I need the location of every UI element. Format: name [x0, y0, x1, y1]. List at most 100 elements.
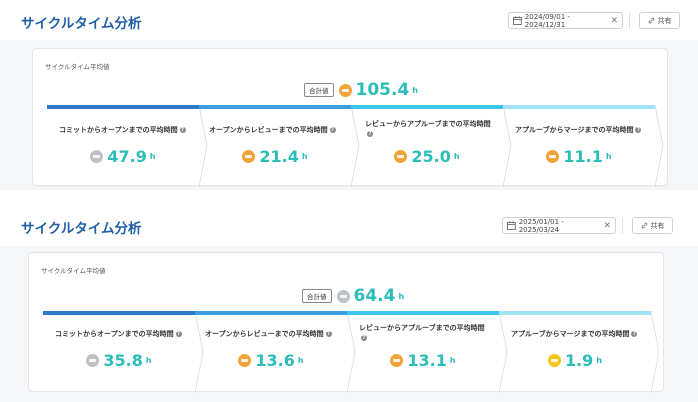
cycle-time-card: サイクルタイム平均値 合計値 105.4 h コミットからオープンまでの平均時間…	[32, 48, 668, 188]
page-title: サイクルタイム分析	[21, 16, 142, 32]
stage-label: アプルーブからマージまでの平均時間?	[515, 126, 642, 134]
cycle-time-panel: サイクルタイム分析 2024/09/01 - 2024/12/31 ✕ 共有 サ…	[0, 0, 698, 190]
stage-flow: コミットからオープンまでの平均時間? 35.8 h オープンからレビューまでの平…	[43, 310, 660, 394]
stage-review-to-approve: レビューからアプルーブまでの平均時間? 25.0 h	[351, 104, 512, 188]
stage-bar	[47, 105, 199, 109]
help-icon: ?	[179, 127, 186, 133]
total-value: 64.4	[353, 286, 396, 306]
stage-bar	[503, 105, 655, 109]
chevron-divider	[654, 104, 664, 188]
stage-commit-to-open: コミットからオープンまでの平均時間? 35.8 h	[43, 310, 204, 394]
stage-number: 35.8	[103, 351, 143, 370]
stage-bar	[351, 105, 503, 109]
stage-number: 25.0	[411, 147, 451, 166]
stage-number: 11.1	[563, 147, 603, 166]
date-range-picker[interactable]: 2024/09/01 - 2024/12/31 ✕	[508, 12, 623, 29]
card-label: サイクルタイム平均値	[41, 267, 106, 275]
gray-face-icon	[336, 289, 350, 303]
unit-label: h	[145, 356, 152, 365]
date-range-value: 2025/01/01 - 2025/03/24	[518, 217, 564, 234]
stage-value: 13.1 h	[347, 351, 499, 370]
cycle-time-panel: サイクルタイム分析 2025/01/01 - 2025/03/24 ✕ 共有 サ…	[0, 206, 698, 402]
date-range-value: 2024/09/01 - 2024/12/31	[524, 12, 570, 29]
card-label: サイクルタイム平均値	[45, 63, 110, 71]
orange-face-icon	[546, 150, 560, 163]
stage-review-to-approve: レビューからアプルーブまでの平均時間? 13.1 h	[347, 310, 508, 394]
stage-number: 13.1	[407, 351, 447, 370]
stage-value: 1.9 h	[499, 351, 651, 370]
clear-icon[interactable]: ✕	[610, 16, 618, 26]
share-button[interactable]: 共有	[639, 12, 680, 29]
link-icon	[641, 222, 647, 229]
orange-face-icon	[242, 150, 256, 163]
total-tag: 合計値	[304, 83, 334, 97]
stage-open-to-review: オープンからレビューまでの平均時間? 13.6 h	[195, 310, 356, 394]
unit-label: h	[149, 152, 156, 161]
orange-face-icon	[338, 83, 352, 97]
unit-label: h	[449, 356, 456, 365]
calendar-icon	[507, 221, 516, 230]
unit-label: h	[398, 291, 405, 301]
stage-label: オープンからレビューまでの平均時間?	[205, 330, 332, 338]
share-label: 共有	[650, 221, 665, 230]
chevron-divider	[502, 104, 512, 188]
link-icon	[648, 17, 654, 24]
stage-bar	[195, 311, 347, 315]
help-icon: ?	[175, 331, 182, 337]
yellow-face-icon	[547, 354, 561, 367]
stage-bar	[199, 105, 351, 109]
stage-flow: コミットからオープンまでの平均時間? 47.9 h オープンからレビューまでの平…	[47, 104, 664, 188]
stage-value: 21.4 h	[199, 147, 351, 166]
stage-value: 13.6 h	[195, 351, 347, 370]
share-label: 共有	[657, 16, 672, 25]
unit-label: h	[453, 152, 460, 161]
total-value: 105.4	[355, 80, 410, 100]
clear-icon[interactable]: ✕	[603, 221, 611, 231]
stage-approve-to-merge: アプルーブからマージまでの平均時間? 1.9 h	[499, 310, 660, 394]
stage-label: コミットからオープンまでの平均時間?	[55, 330, 182, 338]
cycle-time-card: サイクルタイム平均値 合計値 64.4 h コミットからオープンまでの平均時間?…	[28, 252, 664, 394]
stage-approve-to-merge: アプルーブからマージまでの平均時間? 11.1 h	[503, 104, 664, 188]
help-icon: ?	[361, 335, 367, 341]
help-icon: ?	[329, 127, 336, 133]
page-title: サイクルタイム分析	[21, 221, 142, 237]
stage-label: アプルーブからマージまでの平均時間?	[511, 330, 638, 338]
divider	[629, 12, 630, 29]
orange-face-icon	[238, 354, 252, 367]
total-summary: 合計値 64.4 h	[302, 286, 404, 306]
help-icon: ?	[325, 331, 332, 337]
stage-value: 11.1 h	[503, 147, 655, 166]
stage-bar	[347, 311, 499, 315]
gray-face-icon	[90, 150, 104, 163]
divider	[622, 217, 623, 234]
chevron-divider	[350, 104, 360, 188]
stage-number: 47.9	[107, 147, 147, 166]
unit-label: h	[297, 356, 304, 365]
unit-label: h	[412, 85, 418, 95]
help-icon: ?	[635, 127, 642, 133]
help-icon: ?	[631, 331, 638, 337]
stage-value: 35.8 h	[43, 351, 195, 370]
unit-label: h	[605, 152, 612, 161]
orange-face-icon	[394, 150, 408, 163]
stage-number: 1.9	[564, 351, 594, 370]
unit-label: h	[301, 152, 308, 161]
chevron-divider	[198, 104, 208, 188]
unit-label: h	[596, 356, 603, 365]
stage-number: 13.6	[255, 351, 295, 370]
total-summary: 合計値 105.4 h	[304, 80, 418, 100]
stage-label: レビューからアプルーブまでの平均時間?	[359, 324, 485, 341]
date-range-picker[interactable]: 2025/01/01 - 2025/03/24 ✕	[502, 217, 616, 234]
stage-label: オープンからレビューまでの平均時間?	[209, 126, 336, 134]
stage-bar	[499, 311, 651, 315]
help-icon: ?	[367, 131, 373, 137]
stage-value: 47.9 h	[47, 147, 199, 166]
gray-face-icon	[86, 354, 100, 367]
stage-bar	[43, 311, 195, 315]
stage-number: 21.4	[259, 147, 299, 166]
share-button[interactable]: 共有	[632, 217, 673, 234]
stage-commit-to-open: コミットからオープンまでの平均時間? 47.9 h	[47, 104, 208, 188]
stage-label: レビューからアプルーブまでの平均時間?	[365, 120, 491, 137]
stage-value: 25.0 h	[351, 147, 503, 166]
calendar-icon	[513, 16, 522, 25]
